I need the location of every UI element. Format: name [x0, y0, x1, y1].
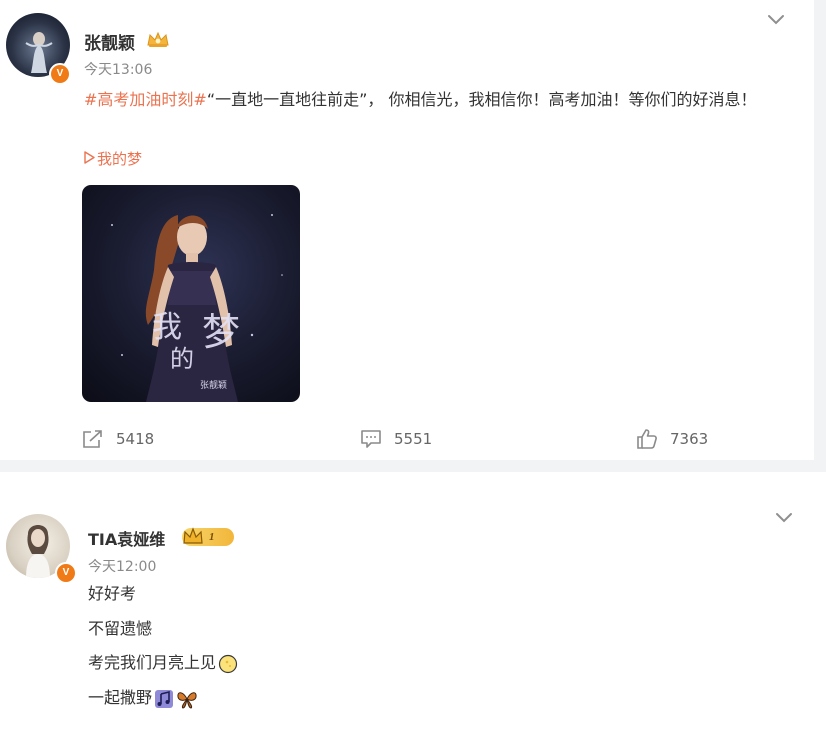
- verified-badge-icon: V: [49, 63, 71, 85]
- comment-icon: [361, 430, 381, 448]
- cover-title-char-2: 的: [170, 345, 194, 373]
- post-line: 考完我们月亮上见: [88, 653, 217, 672]
- user-name[interactable]: TIA袁娅维: [88, 526, 165, 550]
- album-cover-image[interactable]: 我 的 梦 张靓颖: [82, 185, 300, 402]
- right-edge-divider: [814, 0, 826, 460]
- butterfly-emoji-icon: [177, 691, 197, 709]
- chevron-down-icon[interactable]: [775, 512, 793, 524]
- feed-card: V 张靓颖 今天13:06 #高考加油时刻#“一直地一直地往前走”， 你相信光，…: [0, 0, 814, 460]
- feed-gap: [0, 460, 826, 472]
- hashtag-link[interactable]: #高考加油时刻#: [84, 90, 207, 109]
- post-time[interactable]: 今天12:00: [88, 556, 156, 576]
- crown-icon: [183, 527, 203, 544]
- like-count: 7363: [670, 430, 709, 448]
- cover-title-char-3: 梦: [202, 310, 240, 354]
- post-line: 不留遗憾: [88, 619, 153, 638]
- post-line: 好好考: [88, 584, 137, 603]
- moon-emoji-icon: [218, 654, 238, 673]
- vip-badge[interactable]: 1: [182, 527, 234, 546]
- post-line: 一起撒野: [88, 688, 153, 707]
- post-text: “一直地一直地往前走”， 你相信光，我相信你！高考加油！等你们的好消息！: [206, 90, 757, 109]
- user-name[interactable]: 张靓颖: [84, 29, 135, 54]
- like-button[interactable]: 7363: [636, 428, 708, 450]
- cover-title-char-1: 我: [152, 310, 182, 345]
- crown-icon: [147, 31, 169, 47]
- post-line-4: 一起撒野: [88, 684, 198, 709]
- verified-badge-icon: V: [55, 562, 77, 584]
- cover-artist: 张靓颖: [200, 379, 227, 391]
- like-icon: [637, 429, 657, 449]
- post-content: #高考加油时刻#“一直地一直地往前走”， 你相信光，我相信你！高考加油！等你们的…: [84, 84, 794, 115]
- music-link-label: 我的梦: [97, 150, 143, 168]
- play-icon: [84, 151, 95, 164]
- music-link[interactable]: 我的梦: [84, 148, 142, 169]
- post-time[interactable]: 今天13:06: [84, 59, 152, 79]
- repost-button[interactable]: 5418: [82, 428, 154, 450]
- repost-icon: [83, 430, 102, 448]
- music-note-emoji-icon: [155, 689, 174, 708]
- comment-count: 5551: [394, 430, 433, 448]
- vip-level: 1: [209, 531, 215, 543]
- comment-button[interactable]: 5551: [360, 428, 432, 450]
- post-line-3: 考完我们月亮上见: [88, 649, 238, 674]
- repost-count: 5418: [116, 430, 155, 448]
- chevron-down-icon[interactable]: [767, 14, 785, 26]
